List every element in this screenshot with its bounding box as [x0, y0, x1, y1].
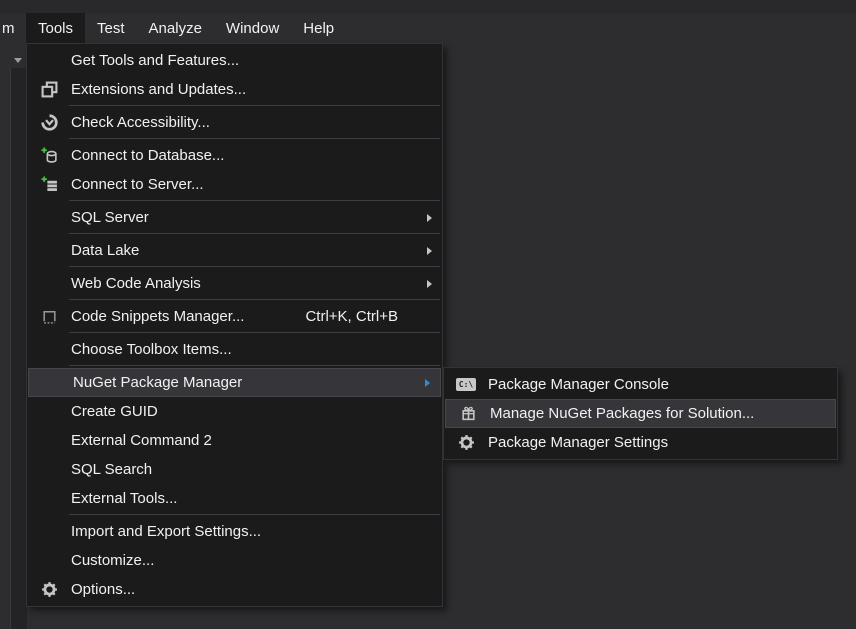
menu-separator [69, 233, 440, 234]
menubar-item-help[interactable]: Help [291, 13, 346, 43]
menu-item-label: Web Code Analysis [71, 275, 201, 292]
menu-separator [69, 365, 440, 366]
menu-item-get-tools-and-features[interactable]: Get Tools and Features... [27, 46, 442, 75]
menu-item-web-code-analysis[interactable]: Web Code Analysis [27, 269, 442, 298]
menu-item-label: Create GUID [71, 403, 158, 420]
server-add-icon [27, 176, 71, 193]
console-icon: C:\ [444, 378, 488, 391]
chevron-down-icon [14, 58, 22, 63]
menu-item-label: Connect to Database... [71, 147, 224, 164]
submenu-arrow-icon [427, 214, 432, 222]
menu-item-connect-to-database[interactable]: Connect to Database... [27, 141, 442, 170]
menu-item-shortcut: Ctrl+K, Ctrl+B [305, 308, 432, 325]
menu-bar: ToolsTestAnalyzeWindowHelp [26, 13, 346, 43]
menu-item-label: Connect to Server... [71, 176, 204, 193]
extensions-icon [27, 81, 71, 98]
title-bar [0, 0, 856, 13]
menu-item-label: Data Lake [71, 242, 139, 259]
menu-item-extensions-and-updates[interactable]: Extensions and Updates... [27, 75, 442, 104]
nuget-submenu-panel: C:\ Package Manager Console Manage NuGet P… [443, 367, 838, 460]
menu-item-label: Package Manager Console [488, 376, 669, 393]
menu-item-customize[interactable]: Customize... [27, 546, 442, 575]
menu-item-code-snippets-manager[interactable]: Code Snippets Manager... Ctrl+K, Ctrl+B [27, 302, 442, 331]
menu-separator [69, 138, 440, 139]
menu-item-sql-server[interactable]: SQL Server [27, 203, 442, 232]
menubar-item-partial[interactable]: m [2, 13, 15, 43]
gear-icon [27, 581, 71, 598]
menu-item-label: Import and Export Settings... [71, 523, 261, 540]
menubar-item-window[interactable]: Window [214, 13, 291, 43]
menu-item-package-manager-console[interactable]: C:\ Package Manager Console [444, 370, 837, 399]
menu-item-choose-toolbox-items[interactable]: Choose Toolbox Items... [27, 335, 442, 364]
code-snippets-icon [27, 308, 71, 325]
menu-item-label: Options... [71, 581, 135, 598]
menu-item-sql-search[interactable]: SQL Search [27, 455, 442, 484]
menu-item-label: SQL Server [71, 209, 149, 226]
menu-item-label: Code Snippets Manager... [71, 308, 244, 325]
gear-icon [444, 434, 488, 451]
menu-item-connect-to-server[interactable]: Connect to Server... [27, 170, 442, 199]
pane-edge [10, 68, 27, 629]
menubar-item-analyze[interactable]: Analyze [137, 13, 214, 43]
menu-separator [69, 332, 440, 333]
submenu-arrow-icon [425, 379, 430, 387]
menu-item-label: NuGet Package Manager [73, 374, 242, 391]
menu-item-label: Extensions and Updates... [71, 81, 246, 98]
menu-separator [69, 514, 440, 515]
menu-item-options[interactable]: Options... [27, 575, 442, 604]
nuget-package-icon [446, 405, 490, 422]
menu-item-import-and-export-settings[interactable]: Import and Export Settings... [27, 517, 442, 546]
menu-item-external-tools[interactable]: External Tools... [27, 484, 442, 513]
tools-menu-panel: Get Tools and Features... Extensions and … [26, 43, 443, 607]
menu-item-data-lake[interactable]: Data Lake [27, 236, 442, 265]
menu-item-external-command-2[interactable]: External Command 2 [27, 426, 442, 455]
menu-separator [69, 200, 440, 201]
accessibility-icon [27, 114, 71, 131]
console-icon-text: C:\ [456, 378, 476, 391]
menu-item-label: Package Manager Settings [488, 434, 668, 451]
menu-item-create-guid[interactable]: Create GUID [27, 397, 442, 426]
menu-item-package-manager-settings[interactable]: Package Manager Settings [444, 428, 837, 457]
menu-separator [69, 299, 440, 300]
menu-item-label: SQL Search [71, 461, 152, 478]
menu-item-label: Customize... [71, 552, 154, 569]
menu-item-label: Check Accessibility... [71, 114, 210, 131]
menubar-item-test[interactable]: Test [85, 13, 137, 43]
toolbar-dropdown[interactable] [11, 54, 25, 66]
menu-item-nuget-package-manager[interactable]: NuGet Package Manager [28, 368, 441, 397]
menubar-item-tools[interactable]: Tools [26, 13, 85, 43]
menu-item-label: External Tools... [71, 490, 177, 507]
submenu-arrow-icon [427, 280, 432, 288]
menu-separator [69, 266, 440, 267]
menu-item-label: Get Tools and Features... [71, 52, 239, 69]
menu-item-label: External Command 2 [71, 432, 212, 449]
submenu-arrow-icon [427, 247, 432, 255]
menu-separator [69, 105, 440, 106]
menu-item-label: Choose Toolbox Items... [71, 341, 232, 358]
menu-item-label: Manage NuGet Packages for Solution... [490, 405, 754, 422]
database-add-icon [27, 147, 71, 164]
menu-item-manage-nuget-packages-for-solution[interactable]: Manage NuGet Packages for Solution... [445, 399, 836, 428]
menu-item-check-accessibility[interactable]: Check Accessibility... [27, 108, 442, 137]
